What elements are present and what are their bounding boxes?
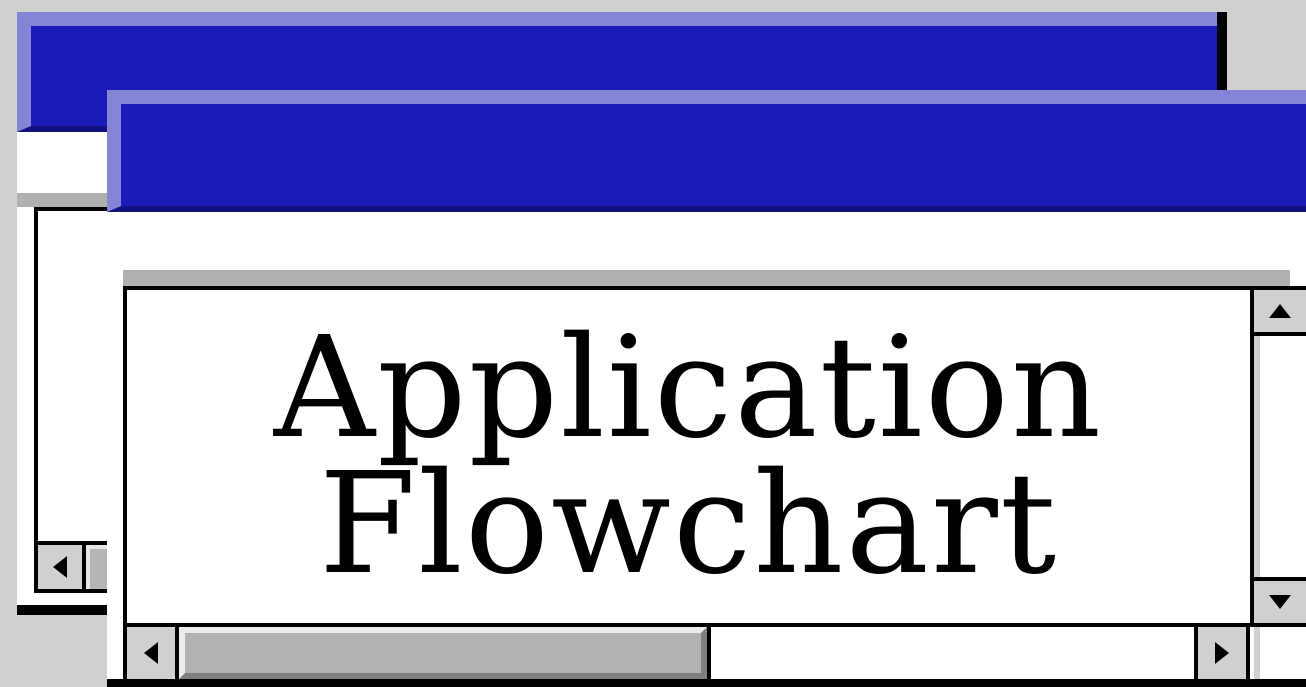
scroll-left-button[interactable]	[127, 627, 179, 679]
front-window-content: Application Flowchart	[127, 290, 1250, 623]
triangle-left-icon	[53, 556, 67, 578]
heading-line-2: Flowchart	[318, 442, 1059, 606]
scrollbar-corner	[1254, 627, 1306, 679]
back-scroll-left-button[interactable]	[38, 545, 86, 589]
scroll-down-button[interactable]	[1254, 577, 1306, 623]
front-window-titlebar[interactable]	[107, 90, 1306, 212]
heading-line-1: Application	[273, 306, 1104, 470]
front-window[interactable]: Application Flowchart	[107, 90, 1306, 687]
vertical-scroll-track[interactable]	[1254, 336, 1306, 577]
vertical-scrollbar[interactable]	[1250, 290, 1306, 623]
front-window-frame: Application Flowchart	[123, 286, 1306, 679]
horizontal-scrollbar[interactable]	[127, 623, 1306, 679]
scroll-right-button[interactable]	[1194, 627, 1250, 679]
triangle-down-icon	[1269, 595, 1291, 609]
triangle-left-icon	[144, 642, 158, 664]
triangle-up-icon	[1269, 304, 1291, 318]
front-window-toolbar-strip	[123, 270, 1290, 286]
horizontal-scroll-thumb[interactable]	[179, 627, 707, 679]
scroll-up-button[interactable]	[1254, 290, 1306, 336]
scroll-thumb-edge	[707, 627, 711, 679]
triangle-right-icon	[1215, 642, 1229, 664]
